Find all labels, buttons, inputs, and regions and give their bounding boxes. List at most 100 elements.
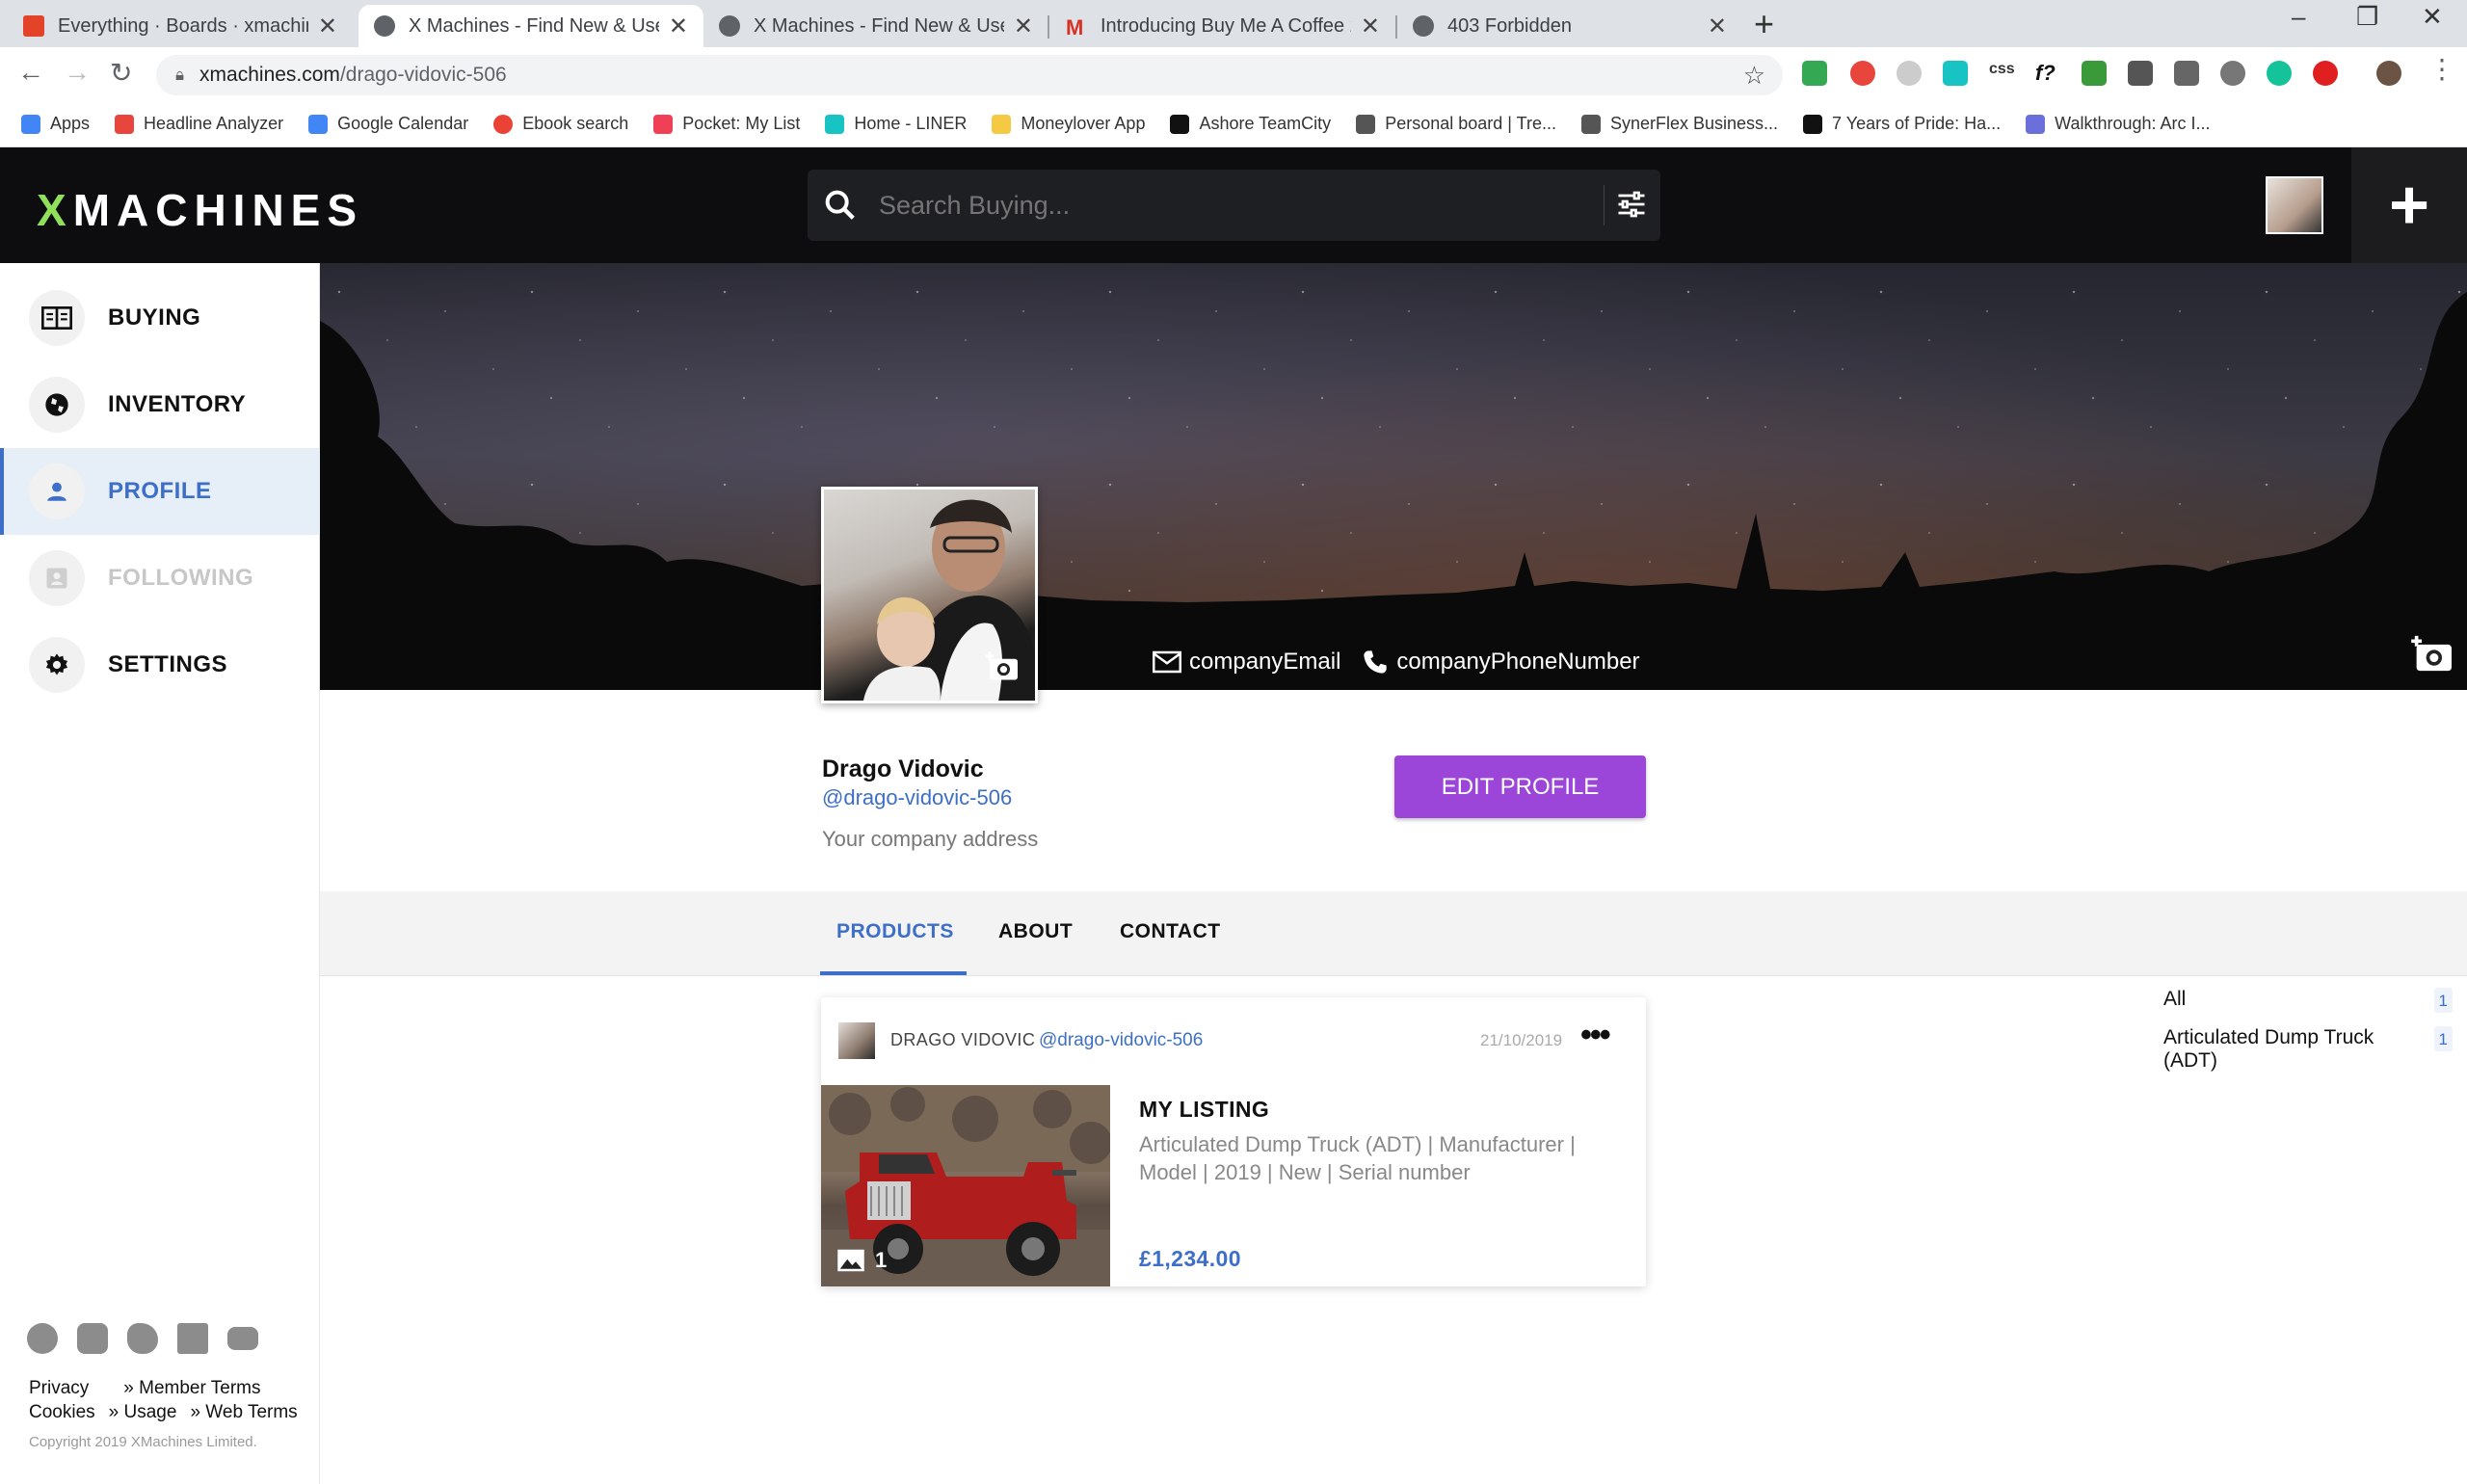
owner-name[interactable]: DRAGO VIDOVIC <box>890 1030 1035 1050</box>
listing-date: 21/10/2019 <box>1480 1031 1563 1049</box>
company-email[interactable]: companyEmail <box>1153 649 1340 676</box>
extension-cast-icon[interactable] <box>2128 61 2153 86</box>
tab-contact[interactable]: CONTACT <box>1120 920 1221 943</box>
calendar-icon <box>308 114 329 134</box>
extension-formula-icon[interactable]: f? <box>2035 61 2060 86</box>
filter-count: 1 <box>2433 988 2453 1013</box>
search-icon <box>825 190 855 220</box>
forward-icon[interactable]: → <box>64 57 91 88</box>
close-tab-icon[interactable]: ✕ <box>1708 13 1727 40</box>
browser-tab[interactable]: X Machines - Find New & Used H ✕ <box>703 5 1048 47</box>
cover-silhouette <box>320 292 2467 690</box>
sidebar-item-settings[interactable]: SETTINGS <box>0 622 320 708</box>
back-icon[interactable]: ← <box>17 57 44 88</box>
cookies-link[interactable]: Cookies <box>29 1400 95 1424</box>
bookmark-item[interactable]: Home - LINER <box>825 114 967 134</box>
tab-title: 403 Forbidden <box>1447 14 1572 37</box>
cover-camera-icon[interactable] <box>2411 634 2454 673</box>
minimize-icon[interactable]: – <box>2292 2 2305 32</box>
listing-card[interactable]: DRAGO VIDOVIC @drago-vidovic-506 21/10/2… <box>821 997 1646 1286</box>
member-terms-link[interactable]: » Member Terms <box>123 1376 260 1400</box>
apps-grid-icon <box>21 114 40 134</box>
youtube-icon[interactable] <box>227 1327 258 1350</box>
instagram-icon[interactable] <box>77 1323 108 1354</box>
owner-handle[interactable]: @drago-vidovic-506 <box>1039 1030 1203 1051</box>
bookmark-star-icon[interactable]: ☆ <box>1743 61 1765 91</box>
sidebar-item-buying[interactable]: BUYING <box>0 275 320 361</box>
browser-menu-icon[interactable]: ⋮ <box>2428 53 2455 85</box>
browser-tab-bar: Everything · Boards · xmachines.c ✕ X Ma… <box>0 0 2467 47</box>
image-count-value: 1 <box>875 1248 888 1272</box>
browser-tab[interactable]: Everything · Boards · xmachines.c ✕ <box>8 5 353 47</box>
restore-icon[interactable]: ❐ <box>2356 2 2378 32</box>
listing-image[interactable]: 1 <box>821 1085 1110 1286</box>
bookmarks-bar: Apps Headline Analyzer Google Calendar E… <box>0 101 2467 147</box>
sidebar-item-inventory[interactable]: INVENTORY <box>0 361 320 448</box>
sidebar-item-label: PROFILE <box>108 478 212 504</box>
browser-tab[interactable]: M Introducing Buy Me A Coffee 2.0 ✕ <box>1050 5 1395 47</box>
extension-pocket-icon[interactable] <box>2174 61 2199 86</box>
twitter-icon[interactable] <box>127 1323 158 1354</box>
bookmark-item[interactable]: Ebook search <box>493 114 628 134</box>
bookmark-apps[interactable]: Apps <box>21 114 90 134</box>
linkedin-icon[interactable] <box>177 1323 208 1354</box>
extension-opera-icon[interactable] <box>2313 61 2338 86</box>
tab-products[interactable]: PRODUCTS <box>836 920 954 943</box>
extension-badge-icon[interactable] <box>1850 61 1875 86</box>
globe-icon <box>29 377 85 433</box>
bookmark-item[interactable]: Personal board | Tre... <box>1356 114 1556 134</box>
extension-cors-icon[interactable] <box>2082 61 2107 86</box>
bookmark-label: Apps <box>50 114 91 133</box>
bookmark-item[interactable]: 7 Years of Pride: Ha... <box>1803 114 2001 134</box>
edit-profile-button[interactable]: EDIT PROFILE <box>1394 755 1646 818</box>
bookmark-item[interactable]: Walkthrough: Arc I... <box>2026 114 2211 134</box>
extension-clock-icon[interactable] <box>1897 61 1922 86</box>
extension-grammarly-icon[interactable] <box>2267 61 2292 86</box>
bookmark-item[interactable]: Pocket: My List <box>653 114 800 134</box>
close-tab-icon[interactable]: ✕ <box>1361 13 1380 40</box>
more-options-icon[interactable]: ••• <box>1580 1017 1611 1054</box>
add-listing-button[interactable]: + <box>2351 147 2467 263</box>
phone-icon <box>1364 650 1388 674</box>
xmachines-logo[interactable]: XMACHINES <box>37 184 363 236</box>
pocket-icon <box>653 114 674 134</box>
sidebar-item-following[interactable]: FOLLOWING <box>0 535 320 622</box>
address-bar[interactable]: 🔒︎ xmachines.com/drago-vidovic-506 ☆ <box>156 55 1783 95</box>
new-tab-icon[interactable]: + <box>1754 4 1774 44</box>
extension-play-icon[interactable] <box>2220 61 2245 86</box>
company-phone[interactable]: companyPhoneNumber <box>1362 649 1640 676</box>
bookmark-item[interactable]: SynerFlex Business... <box>1580 114 1778 134</box>
extension-liner-icon[interactable] <box>1943 61 1968 86</box>
profile-handle[interactable]: @drago-vidovic-506 <box>822 785 1012 810</box>
close-tab-icon[interactable]: ✕ <box>318 13 337 40</box>
close-tab-icon[interactable]: ✕ <box>669 13 688 40</box>
search-input[interactable] <box>879 190 1592 221</box>
profile-picture[interactable] <box>821 487 1038 703</box>
bookmark-item[interactable]: Ashore TeamCity <box>1170 114 1331 134</box>
reload-icon[interactable]: ↻ <box>110 57 132 89</box>
web-terms-link[interactable]: » Web Terms <box>190 1400 297 1424</box>
filter-item-adt[interactable]: Articulated Dump Truck (ADT) 1 <box>2163 1026 2453 1073</box>
privacy-link[interactable]: Privacy <box>29 1376 89 1400</box>
extension-link-icon[interactable] <box>1802 61 1827 86</box>
facebook-icon[interactable] <box>27 1323 58 1354</box>
tab-about[interactable]: ABOUT <box>998 920 1073 943</box>
url-path: /drago-vidovic-506 <box>339 64 507 86</box>
listing-title[interactable]: MY LISTING <box>1139 1097 1269 1123</box>
filter-item-all[interactable]: All 1 <box>2163 988 2453 1013</box>
usage-link[interactable]: » Usage <box>109 1400 177 1424</box>
profile-camera-icon[interactable] <box>985 650 1020 681</box>
bookmark-item[interactable]: Google Calendar <box>308 114 468 134</box>
browser-tab-active[interactable]: X Machines - Find New & Used H ✕ <box>358 5 703 47</box>
sidebar-item-profile[interactable]: PROFILE <box>0 448 320 535</box>
browser-profile-avatar[interactable] <box>2376 61 2401 86</box>
user-avatar[interactable] <box>2266 176 2323 234</box>
owner-avatar[interactable] <box>838 1022 875 1059</box>
extension-css-icon[interactable]: css <box>1989 61 2015 86</box>
window-close-icon[interactable]: ✕ <box>2422 2 2443 32</box>
close-tab-icon[interactable]: ✕ <box>1014 13 1033 40</box>
browser-tab[interactable]: 403 Forbidden ✕ <box>1397 5 1742 47</box>
bookmark-item[interactable]: Headline Analyzer <box>115 114 283 134</box>
filter-sliders-icon[interactable] <box>1614 187 1649 222</box>
bookmark-item[interactable]: Moneylover App <box>992 114 1145 134</box>
